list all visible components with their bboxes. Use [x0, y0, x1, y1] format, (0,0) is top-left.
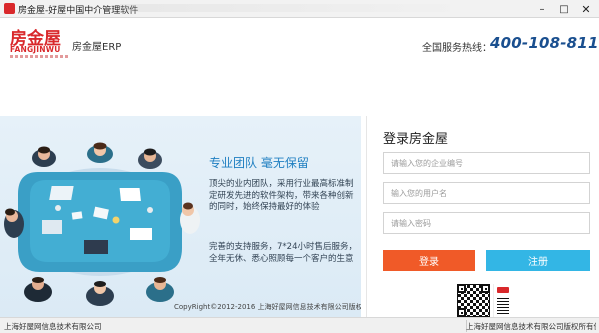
- app-header: 房金屋 FANGJINWU 房金屋ERP 全国服务热线： 400-108-811…: [0, 18, 599, 70]
- minimize-button[interactable]: –: [531, 0, 553, 18]
- status-copyright: 上海好屋网信息技术有限公司版权所有保留所有权利: [466, 322, 596, 331]
- hero-headline: 专业团队 毫无保留: [209, 156, 309, 170]
- team-illustration: [4, 142, 200, 306]
- qr-brand-badge: [493, 284, 511, 317]
- login-button[interactable]: 登录: [383, 250, 475, 271]
- hotline-number: 400-108-8116: [490, 34, 599, 52]
- username-input[interactable]: [383, 182, 590, 204]
- logo-slogan-strip: [10, 55, 68, 58]
- login-title: 登录房金屋: [383, 132, 449, 147]
- house-logo-icon: [4, 3, 15, 14]
- login-panel: 登录房金屋 登录 注册: [366, 116, 599, 317]
- password-input[interactable]: [383, 212, 590, 234]
- close-button[interactable]: ✕: [575, 0, 597, 18]
- hero-paragraph-service: 完善的支持服务，7*24小时售后服务，全年无休、悉心照顾每一个客户的生意: [209, 242, 357, 264]
- title-bar-ghost-text: [120, 4, 450, 12]
- company-id-input[interactable]: [383, 152, 590, 174]
- brand-logo: 房金屋 FANGJINWU: [10, 24, 68, 64]
- copyright-text: CopyRight©2012-2016 上海好屋网信息技术有限公司版权 咨询热线…: [174, 303, 361, 311]
- qr-code-icon: [457, 284, 511, 317]
- logo-en-text: FANGJINWU: [10, 45, 61, 54]
- hero-paragraph-team: 顶尖的业内团队，采用行业最高标准制定研发先进的软件架构，带来各种创新的同时，始终…: [209, 179, 354, 212]
- status-bar: 上海好屋网信息技术有限公司 上海好屋网信息技术有限公司版权所有保留所有权利: [0, 317, 599, 333]
- register-button[interactable]: 注册: [486, 250, 590, 271]
- status-company: 上海好屋网信息技术有限公司: [4, 322, 102, 331]
- product-name: 房金屋ERP: [72, 42, 122, 53]
- title-bar[interactable]: 房金屋-好屋中国中介管理软件 – □ ✕: [0, 0, 599, 18]
- main-content: 专业团队 毫无保留 顶尖的业内团队，采用行业最高标准制定研发先进的软件架构，带来…: [0, 70, 599, 317]
- maximize-button[interactable]: □: [553, 0, 575, 18]
- hero-panel: 专业团队 毫无保留 顶尖的业内团队，采用行业最高标准制定研发先进的软件架构，带来…: [0, 116, 361, 317]
- hotline-label: 全国服务热线：: [422, 43, 492, 54]
